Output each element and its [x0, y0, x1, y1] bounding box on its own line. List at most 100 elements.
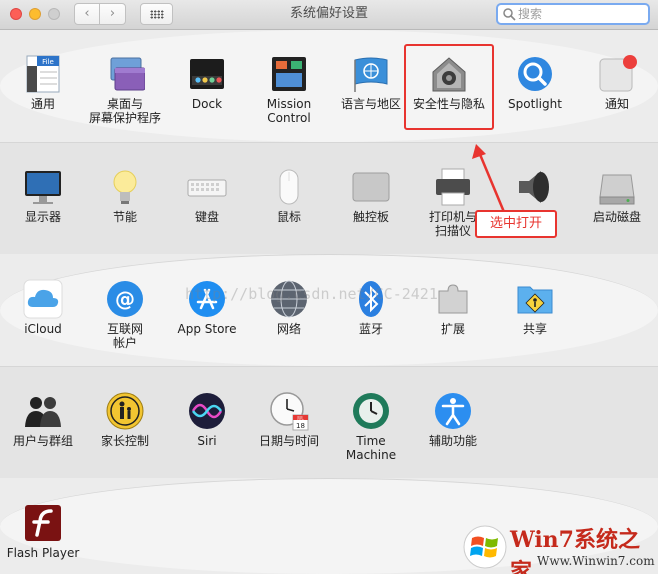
- pref-label: 蓝牙: [358, 322, 383, 336]
- pref-label: iCloud: [24, 322, 62, 336]
- pref-label: 触控板: [352, 210, 389, 224]
- minimize-window-button[interactable]: [29, 8, 41, 20]
- pref-trackpad[interactable]: 触控板: [330, 167, 412, 224]
- pref-parental-controls[interactable]: 家长控制: [84, 391, 166, 448]
- at-sign-icon: @: [107, 281, 143, 317]
- search-field[interactable]: [496, 3, 650, 25]
- general-icon-label: File: [42, 58, 54, 66]
- pref-label: 日期与时间: [258, 434, 319, 448]
- pref-notifications[interactable]: 通知: [576, 54, 658, 111]
- pref-displays[interactable]: 显示器: [2, 167, 84, 224]
- trackpad-icon: [352, 172, 390, 202]
- zoom-window-button[interactable]: [48, 8, 60, 20]
- pref-label: 网络: [276, 322, 301, 336]
- windows-logo-icon: [463, 525, 507, 569]
- pref-label: 鼠标: [276, 210, 301, 224]
- parental-controls-icon: [106, 392, 144, 430]
- internet-section: iCloud @ 互联网 帐户 App Store 网络 蓝牙 扩展 共享: [0, 254, 658, 366]
- pref-label: 节能: [112, 210, 137, 224]
- brand-url: Www.Winwin7.com: [537, 554, 655, 568]
- desktop-screensaver-icon: [110, 57, 145, 91]
- grid-icon: [150, 10, 164, 19]
- time-machine-icon: [353, 393, 389, 429]
- clock-calendar-icon: JUL 18: [270, 392, 309, 431]
- forward-button[interactable]: ›: [100, 3, 126, 25]
- title-bar: ‹ › 系统偏好设置: [0, 0, 658, 30]
- pref-accessibility[interactable]: 辅助功能: [412, 391, 494, 448]
- users-icon: [25, 397, 61, 427]
- personal-section: File 通用 桌面与 屏幕保护程序 Dock Mission Control …: [0, 30, 658, 142]
- hard-drive-icon: [599, 174, 635, 205]
- svg-text:@: @: [115, 287, 135, 311]
- accessibility-icon: [435, 393, 471, 429]
- pref-label: 用户与群组: [12, 434, 73, 448]
- system-section: 用户与群组 家长控制 Siri JUL 18 日期与时间 Time Machin…: [0, 366, 658, 478]
- pref-label: 显示器: [24, 210, 61, 224]
- spotlight-icon: [518, 57, 552, 91]
- pref-desktop-screensaver[interactable]: 桌面与 屏幕保护程序: [84, 54, 166, 125]
- annotation-label: 选中打开: [475, 210, 557, 238]
- pref-label: App Store: [177, 322, 237, 336]
- pref-time-machine[interactable]: Time Machine: [330, 391, 412, 462]
- close-window-button[interactable]: [10, 8, 22, 20]
- general-icon: File: [26, 55, 60, 93]
- pref-sharing[interactable]: 共享: [494, 279, 576, 336]
- show-all-button[interactable]: [140, 3, 173, 25]
- pref-label: 互联网 帐户: [106, 322, 143, 350]
- site-brand: Win7系统之家 Www.Winwin7.com: [462, 520, 658, 574]
- siri-icon: [189, 393, 225, 429]
- pref-label: Flash Player: [6, 546, 80, 560]
- pref-icloud[interactable]: iCloud: [2, 279, 84, 336]
- pref-mouse[interactable]: 鼠标: [248, 167, 330, 224]
- pref-label: 键盘: [194, 210, 219, 224]
- pref-siri[interactable]: Siri: [166, 391, 248, 448]
- pref-startup-disk[interactable]: 启动磁盘: [576, 167, 658, 224]
- pref-mission-control[interactable]: Mission Control: [248, 54, 330, 125]
- sharing-folder-icon: [517, 286, 553, 314]
- notifications-icon: [599, 55, 637, 92]
- pref-flash-player[interactable]: Flash Player: [2, 503, 84, 560]
- keyboard-icon: [187, 179, 227, 197]
- search-input[interactable]: [518, 6, 646, 22]
- pref-label: Mission Control: [266, 97, 312, 125]
- pref-language-region[interactable]: 语言与地区: [330, 54, 412, 111]
- pref-keyboard[interactable]: 键盘: [166, 167, 248, 224]
- pref-general[interactable]: File 通用: [2, 54, 84, 111]
- puzzle-icon: [438, 284, 468, 314]
- pref-label: Dock: [191, 97, 223, 111]
- hardware-section: 显示器 节能 键盘 鼠标 触控板 打印机与 扫描仪 启动磁盘: [0, 142, 658, 254]
- icloud-icon: [23, 279, 63, 319]
- pref-label: 共享: [522, 322, 547, 336]
- red-arrow-icon: [472, 144, 506, 213]
- pref-label: 家长控制: [100, 434, 149, 448]
- pref-label: Siri: [197, 434, 217, 448]
- back-button[interactable]: ‹: [74, 3, 100, 25]
- dock-icon: [190, 59, 224, 89]
- printer-icon: [436, 168, 470, 206]
- pref-label: Time Machine: [345, 434, 397, 462]
- mission-control-icon: [272, 57, 306, 91]
- mouse-icon: [279, 169, 299, 205]
- calendar-month-label: JUL: [296, 415, 304, 420]
- pref-spotlight[interactable]: Spotlight: [494, 54, 576, 111]
- pref-label: 语言与地区: [340, 97, 401, 111]
- pref-internet-accounts[interactable]: @ 互联网 帐户: [84, 279, 166, 350]
- pref-label: 通用: [30, 97, 55, 111]
- displays-icon: [25, 171, 61, 204]
- pref-label: Spotlight: [508, 97, 562, 111]
- pref-label: 通知: [604, 97, 629, 111]
- language-region-icon: [354, 57, 388, 92]
- highlight-box: [404, 44, 494, 130]
- pref-energy-saver[interactable]: 节能: [84, 167, 166, 224]
- lightbulb-icon: [113, 170, 137, 204]
- pref-label: 辅助功能: [428, 434, 477, 448]
- pref-label: 桌面与 屏幕保护程序: [88, 97, 161, 125]
- pref-dock[interactable]: Dock: [166, 54, 248, 111]
- speaker-icon: [519, 171, 549, 203]
- search-icon: [503, 8, 516, 21]
- watermark-text: http://blog.csdn.net/CC-2421: [185, 285, 438, 303]
- pref-label: 启动磁盘: [592, 210, 641, 224]
- pref-label: 扩展: [440, 322, 465, 336]
- pref-users-groups[interactable]: 用户与群组: [2, 391, 84, 448]
- pref-date-time[interactable]: JUL 18 日期与时间: [248, 391, 330, 448]
